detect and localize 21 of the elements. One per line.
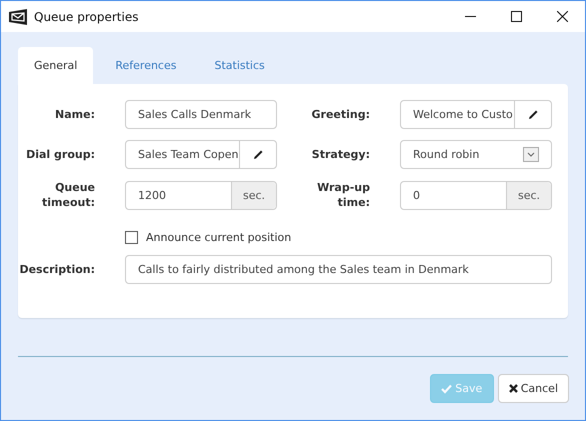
tab[interactable]: Statistics: [198, 47, 281, 84]
field-label: Strategy:: [310, 147, 370, 162]
field-label: Dial group:: [25, 147, 95, 162]
input-field[interactable]: Sales Calls Denmark: [126, 101, 276, 128]
field-label: Greeting:: [310, 107, 370, 122]
cancel-button[interactable]: Cancel: [498, 374, 569, 403]
close-icon: [508, 384, 518, 393]
window-title: Queue properties: [34, 10, 140, 24]
envelope-icon: [9, 8, 27, 24]
maximize-icon: [510, 11, 522, 22]
input-field[interactable]: Calls to fairly distributed among the Sales team in Denmark: [126, 256, 551, 283]
tab[interactable]: References: [99, 47, 192, 84]
tab[interactable]: General: [18, 47, 94, 84]
checkbox[interactable]: [125, 231, 138, 244]
checkmark-icon: [441, 384, 452, 394]
field-label: Wrap-up time:: [316, 180, 370, 210]
field-label: Name:: [54, 107, 95, 122]
field-label: Description:: [18, 262, 95, 277]
close-icon: [556, 11, 568, 22]
checkbox-label: Announce current position: [146, 231, 292, 244]
field-label: Queue timeout:: [41, 180, 95, 210]
